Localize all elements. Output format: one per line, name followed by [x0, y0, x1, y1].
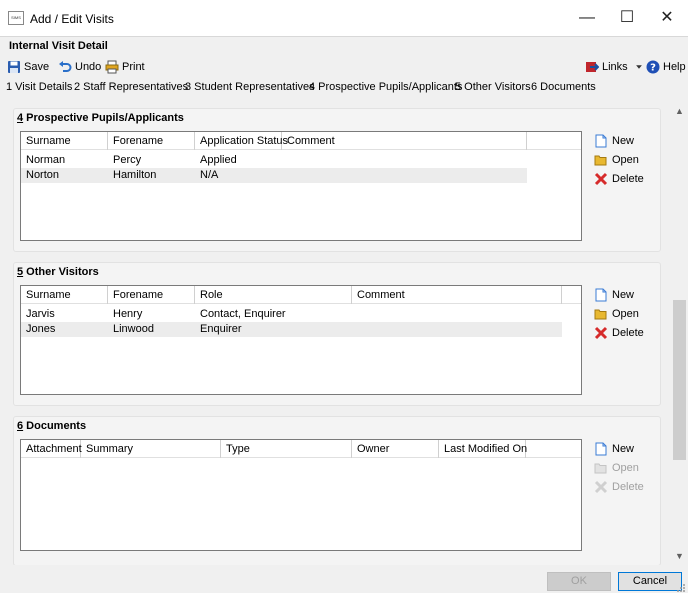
documents-panel: 6 Documents Attachment Summary Type Owne… — [13, 416, 661, 565]
column-header[interactable]: Role — [195, 286, 352, 304]
links-button[interactable]: Links — [585, 59, 643, 75]
column-header[interactable]: Application Status — [195, 132, 288, 150]
pupils-open-button[interactable]: Open — [594, 152, 639, 168]
app-icon: SIMS — [8, 11, 24, 25]
undo-icon — [59, 61, 72, 72]
scroll-up-arrow-icon[interactable]: ▲ — [671, 103, 688, 120]
folder-icon — [594, 155, 607, 166]
pupils-delete-button[interactable]: Delete — [594, 171, 644, 187]
section-nav: 1 Visit Details 2 Staff Representatives … — [0, 79, 688, 97]
save-icon — [8, 61, 20, 73]
delete-icon — [594, 326, 608, 340]
table-row[interactable]: Norman Percy Applied — [21, 153, 527, 168]
links-label: Links — [602, 61, 628, 73]
resize-grip-icon[interactable] — [676, 583, 686, 593]
table-row[interactable]: Jarvis Henry Contact, Enquirer — [21, 307, 562, 322]
table-row[interactable]: Jones Linwood Enquirer — [21, 322, 562, 337]
folder-icon — [594, 463, 607, 474]
new-document-icon — [595, 442, 607, 456]
svg-text:?: ? — [650, 63, 656, 74]
help-icon: ? — [646, 60, 660, 74]
minimize-button[interactable]: — — [577, 8, 597, 28]
column-header[interactable]: Last Modified On — [439, 440, 527, 458]
column-header[interactable]: Owner — [352, 440, 439, 458]
documents-open-button: Open — [594, 460, 639, 476]
save-label: Save — [24, 61, 50, 73]
folder-icon — [594, 309, 607, 320]
cancel-button[interactable]: Cancel — [618, 572, 682, 591]
column-header[interactable]: Comment — [352, 286, 562, 304]
pupils-new-button[interactable]: New — [594, 133, 634, 149]
column-header[interactable]: Forename — [108, 286, 195, 304]
visitors-delete-button[interactable]: Delete — [594, 325, 644, 341]
visitors-grid[interactable]: Surname Forename Role Comment Jarvis Hen… — [20, 285, 582, 395]
undo-button[interactable]: Undo — [58, 59, 101, 75]
print-icon — [105, 60, 119, 74]
documents-panel-title: 6 Documents — [17, 420, 87, 432]
scroll-thumb[interactable] — [673, 300, 686, 460]
nav-student-representatives[interactable]: 3 Student Representatives — [185, 81, 315, 93]
nav-visit-details[interactable]: 1 Visit Details — [6, 81, 72, 93]
documents-grid[interactable]: Attachment Summary Type Owner Last Modif… — [20, 439, 582, 551]
ok-button: OK — [547, 572, 611, 591]
scroll-down-arrow-icon[interactable]: ▼ — [671, 548, 688, 565]
documents-new-button[interactable]: New — [594, 441, 634, 457]
pupils-panel: 4 Prospective Pupils/Applicants Surname … — [13, 108, 661, 252]
grid-header: Surname Forename Application Status Comm… — [21, 132, 581, 150]
visitors-panel: 5 Other Visitors Surname Forename Role C… — [13, 262, 661, 406]
nav-prospective-pupils[interactable]: 4 Prospective Pupils/Applicants — [309, 81, 462, 93]
nav-staff-representatives[interactable]: 2 Staff Representatives — [74, 81, 188, 93]
window-title: Add / Edit Visits — [30, 12, 114, 26]
column-header[interactable]: Surname — [21, 286, 108, 304]
nav-documents[interactable]: 6 Documents — [531, 81, 596, 93]
new-document-icon — [595, 288, 607, 302]
column-header[interactable]: Attachment — [21, 440, 82, 458]
visitors-open-button[interactable]: Open — [594, 306, 639, 322]
table-row[interactable]: Norton Hamilton N/A — [21, 168, 527, 183]
new-document-icon — [595, 134, 607, 148]
print-label: Print — [122, 61, 145, 73]
nav-other-visitors[interactable]: 5 Other Visitors — [455, 81, 531, 93]
form-title: Internal Visit Detail — [9, 40, 108, 52]
grid-header: Surname Forename Role Comment — [21, 286, 581, 304]
pupils-grid[interactable]: Surname Forename Application Status Comm… — [20, 131, 582, 241]
print-button[interactable]: Print — [105, 59, 145, 75]
column-header[interactable]: Forename — [108, 132, 195, 150]
scroll-area: 4 Prospective Pupils/Applicants Surname … — [0, 103, 688, 565]
column-header[interactable]: Type — [221, 440, 352, 458]
form-area: Internal Visit Detail Save Undo Print Li… — [0, 36, 688, 593]
chevron-down-icon — [635, 65, 642, 69]
save-button[interactable]: Save — [7, 59, 49, 75]
title-bar: SIMS Add / Edit Visits — ☐ ✕ — [0, 0, 688, 36]
delete-icon — [594, 172, 608, 186]
undo-label: Undo — [75, 61, 102, 73]
vertical-scrollbar[interactable]: ▲ ▼ — [671, 103, 688, 565]
visitors-panel-title: 5 Other Visitors — [17, 266, 99, 278]
maximize-button[interactable]: ☐ — [617, 8, 637, 28]
dialog-footer: OK Cancel — [0, 565, 688, 594]
column-header[interactable]: Surname — [21, 132, 108, 150]
toolbar: Save Undo Print Links ? Help — [0, 57, 688, 77]
pupils-panel-title: 4 Prospective Pupils/Applicants — [17, 112, 184, 124]
delete-icon — [594, 480, 608, 494]
documents-delete-button: Delete — [594, 479, 644, 495]
help-button[interactable]: ? Help — [646, 59, 686, 75]
links-icon — [586, 62, 599, 72]
column-header[interactable]: Comment — [282, 132, 527, 150]
grid-header: Attachment Summary Type Owner Last Modif… — [21, 440, 581, 458]
close-button[interactable]: ✕ — [657, 8, 677, 28]
visitors-new-button[interactable]: New — [594, 287, 634, 303]
help-label: Help — [663, 61, 686, 73]
column-header[interactable]: Summary — [81, 440, 221, 458]
